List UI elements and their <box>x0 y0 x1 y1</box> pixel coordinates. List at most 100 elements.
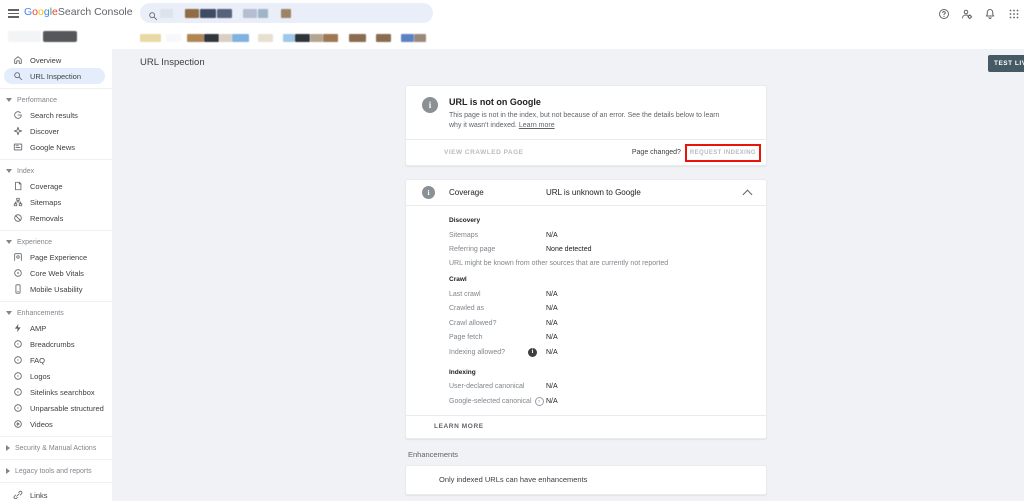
redacted-text-block <box>204 34 219 42</box>
redacted-text-block <box>258 34 273 42</box>
sidebar-divider <box>0 482 112 483</box>
sidebar-item-url-inspection[interactable]: URL Inspection <box>4 68 105 84</box>
chevron-down-icon <box>6 169 12 173</box>
sidebar-item-videos[interactable]: Videos <box>4 416 105 432</box>
coverage-row-label: Google-selected canonical? <box>449 397 546 406</box>
sidebar-item-label: Core Web Vitals <box>30 269 84 278</box>
sitemaps-icon <box>13 197 23 207</box>
sidebar-item-unparsable-structured-d[interactable]: Unparsable structured d... <box>4 400 105 416</box>
apps-icon[interactable] <box>1008 7 1020 19</box>
sidebar-item-removals[interactable]: Removals <box>4 210 105 226</box>
links-icon <box>13 490 23 500</box>
page-title: URL Inspection <box>140 57 205 68</box>
sidebar-group-security-manual-actions[interactable]: Security & Manual Actions <box>0 441 112 455</box>
user-settings-icon[interactable] <box>961 7 973 19</box>
sidebar-group-label: Index <box>17 168 34 175</box>
index-status-text: This page is not in the index, but not b… <box>449 112 719 129</box>
sidebar-item-core-web-vitals[interactable]: Core Web Vitals <box>4 265 105 281</box>
enhancements-card: Only indexed URLs can have enhancements <box>405 465 767 495</box>
sidebar-group-performance[interactable]: Performance <box>0 93 112 107</box>
search-results-icon <box>13 110 23 120</box>
enhancements-section-label: Enhancements <box>408 450 767 459</box>
sidebar-group-legacy-tools-and-reports[interactable]: Legacy tools and reports <box>0 464 112 478</box>
home-icon <box>13 55 23 65</box>
coverage-row: Indexing allowed?iN/A <box>449 345 750 360</box>
sidebar-item-amp[interactable]: AMP <box>4 320 105 336</box>
redacted-text-block <box>401 34 414 42</box>
core-web-vitals-icon <box>13 268 23 278</box>
learn-more-link[interactable]: Learn more <box>519 122 555 129</box>
redacted-text-block <box>200 9 216 18</box>
coverage-row: Crawl allowed?N/A <box>449 316 750 331</box>
sidebar-item-label: Removals <box>30 214 63 223</box>
coverage-row-label: User-declared canonical <box>449 383 546 390</box>
help-icon[interactable] <box>938 7 950 19</box>
chevron-right-icon <box>6 468 10 474</box>
sidebar-item-logos[interactable]: Logos <box>4 368 105 384</box>
sidebar-item-faq[interactable]: FAQ <box>4 352 105 368</box>
coverage-row-label: Last crawl <box>449 291 546 298</box>
sidebar-group-index[interactable]: Index <box>0 164 112 178</box>
sidebar-group-label: Security & Manual Actions <box>15 445 96 452</box>
faq-icon <box>13 355 23 365</box>
sidebar-item-breadcrumbs[interactable]: Breadcrumbs <box>4 336 105 352</box>
coverage-row-label: Indexing allowed?i <box>449 348 546 357</box>
sidebar-item-sitemaps[interactable]: Sitemaps <box>4 194 105 210</box>
sidebar: OverviewURL Inspection PerformanceSearch … <box>0 27 112 501</box>
notifications-icon[interactable] <box>984 7 996 19</box>
coverage-title: Coverage <box>449 188 484 197</box>
coverage-learn-more-button[interactable]: LEARN MORE <box>406 415 766 438</box>
coverage-row-label-text: Google-selected canonical <box>449 398 532 405</box>
sidebar-item-overview[interactable]: Overview <box>4 52 105 68</box>
help-icon[interactable]: ? <box>535 397 544 406</box>
search-input[interactable] <box>140 3 433 23</box>
sidebar-item-label: Mobile Usability <box>30 285 83 294</box>
request-indexing-button[interactable]: REQUEST INDEXING <box>685 144 761 162</box>
sidebar-group-enhancements[interactable]: Enhancements <box>0 306 112 320</box>
chevron-down-icon <box>6 240 12 244</box>
sidebar-nav: OverviewURL Inspection PerformanceSearch … <box>0 52 112 501</box>
coverage-row-value: None detected <box>546 246 592 253</box>
coverage-row: Referring pageNone detected <box>449 243 750 258</box>
coverage-row-value: N/A <box>546 349 558 356</box>
redacted-text-block <box>187 34 204 42</box>
coverage-row: Google-selected canonical?N/A <box>449 394 750 409</box>
redacted-text-block <box>323 34 338 42</box>
sidebar-item-sitelinks-searchbox[interactable]: Sitelinks searchbox <box>4 384 105 400</box>
collapse-icon[interactable] <box>743 190 753 200</box>
coverage-row: User-declared canonicalN/A <box>449 380 750 395</box>
coverage-card: i Coverage URL is unknown to Google Disc… <box>405 179 767 439</box>
sidebar-item-links[interactable]: Links <box>4 487 105 501</box>
coverage-row-label: Page fetch <box>449 334 546 341</box>
coverage-status: URL is unknown to Google <box>546 188 641 197</box>
sidebar-item-label: Videos <box>30 420 53 429</box>
app-logo[interactable]: GoogleSearch Console <box>24 6 133 18</box>
page-experience-icon <box>13 252 23 262</box>
view-crawled-page-button[interactable]: VIEW CRAWLED PAGE <box>444 149 524 156</box>
chevron-down-icon <box>6 311 12 315</box>
search-icon <box>13 71 23 81</box>
sitelinks-icon <box>13 387 23 397</box>
sidebar-item-coverage[interactable]: Coverage <box>4 178 105 194</box>
redacted-text-block <box>243 9 257 18</box>
sidebar-group-experience[interactable]: Experience <box>0 235 112 249</box>
redacted-text-block <box>140 34 161 42</box>
sidebar-group-label: Legacy tools and reports <box>15 468 92 475</box>
test-live-url-button[interactable]: TEST LIVE URL <box>988 55 1024 72</box>
sidebar-divider <box>0 159 112 160</box>
inspected-url-bar <box>112 27 1024 49</box>
sidebar-item-label: Links <box>30 491 48 500</box>
sidebar-item-label: Google News <box>30 143 75 152</box>
sidebar-item-google-news[interactable]: Google News <box>4 139 105 155</box>
google-wordmark: Google <box>24 6 58 18</box>
property-selector[interactable] <box>0 30 112 44</box>
sidebar-item-mobile-usability[interactable]: Mobile Usability <box>4 281 105 297</box>
redacted-text-block <box>258 9 268 18</box>
sidebar-item-page-experience[interactable]: Page Experience <box>4 249 105 265</box>
coverage-note: URL might be known from other sources th… <box>449 260 750 267</box>
menu-icon[interactable] <box>8 9 19 18</box>
sidebar-item-discover[interactable]: Discover <box>4 123 105 139</box>
index-status-card: i URL is not on Google This page is not … <box>405 85 767 166</box>
info-icon[interactable]: i <box>528 348 537 357</box>
sidebar-item-search-results[interactable]: Search results <box>4 107 105 123</box>
